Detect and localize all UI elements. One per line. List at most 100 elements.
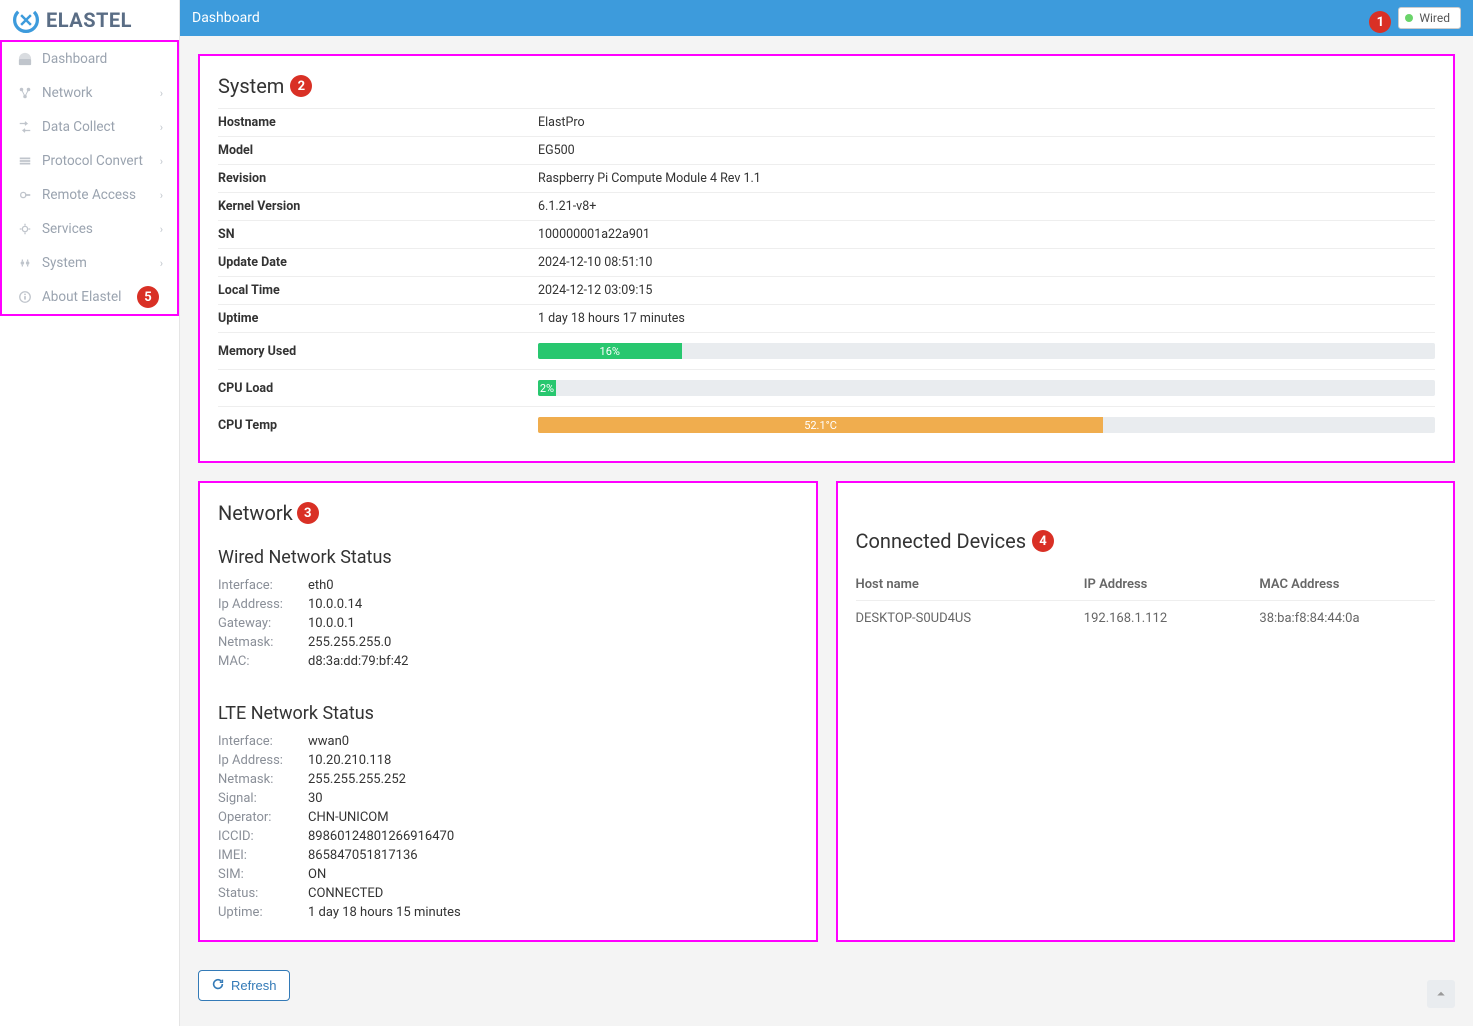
system-panel-title: System 2 <box>218 68 1435 108</box>
network-row-key: Netmask: <box>218 772 308 787</box>
connected-devices-title-text: Connected Devices <box>856 529 1027 553</box>
annotation-marker-1: 1 <box>1369 11 1391 33</box>
network-row-val: 10.20.210.118 <box>308 753 391 768</box>
col-ip: IP Address <box>1084 577 1260 592</box>
system-row: Update Date2024-12-10 08:51:10 <box>218 248 1435 276</box>
system-row-val: 1 day 18 hours 17 minutes <box>538 311 1435 326</box>
sidebar-item-services[interactable]: Services › <box>2 212 177 246</box>
chevron-right-icon: › <box>160 121 163 134</box>
annotation-marker-3: 3 <box>297 502 319 524</box>
system-row: RevisionRaspberry Pi Compute Module 4 Re… <box>218 164 1435 192</box>
system-panel-title-text: System <box>218 74 284 98</box>
sidebar-item-network[interactable]: Network › <box>2 76 177 110</box>
system-row-key: Model <box>218 143 538 158</box>
network-panel-title: Network 3 <box>218 495 798 535</box>
page-title: Dashboard <box>192 10 260 26</box>
data-collect-icon <box>16 120 34 134</box>
lte-network-rows: Interface:wwan0Ip Address:10.20.210.118N… <box>218 732 798 922</box>
sidebar-item-dashboard[interactable]: Dashboard <box>2 42 177 76</box>
protocol-convert-icon <box>16 154 34 168</box>
network-row: Uptime:1 day 18 hours 15 minutes <box>218 903 798 922</box>
system-bar-key: CPU Temp <box>218 418 538 433</box>
network-row: Netmask:255.255.255.0 <box>218 633 798 652</box>
system-row-val: EG500 <box>538 143 1435 158</box>
dashboard-icon <box>16 52 34 66</box>
network-row: SIM:ON <box>218 865 798 884</box>
network-row-val: 1 day 18 hours 15 minutes <box>308 905 461 920</box>
system-rows: HostnameElastProModelEG500RevisionRaspbe… <box>218 108 1435 332</box>
system-bar-row: CPU Load2% <box>218 369 1435 406</box>
sidebar-item-label: About Elastel <box>42 289 121 305</box>
progress-bar-fill: 2% <box>538 380 556 396</box>
system-panel: System 2 HostnameElastProModelEG500Revis… <box>198 54 1455 463</box>
system-bar-key: Memory Used <box>218 344 538 359</box>
network-row: ICCID:89860124801266916470 <box>218 827 798 846</box>
lte-network-title: LTE Network Status <box>218 691 798 732</box>
network-row-val: CHN-UNICOM <box>308 810 389 825</box>
system-bars: Memory Used16%CPU Load2%CPU Temp52.1°C <box>218 332 1435 443</box>
network-row: Operator:CHN-UNICOM <box>218 808 798 827</box>
network-row-val: 255.255.255.0 <box>308 635 391 650</box>
connection-status-label: Wired <box>1419 11 1450 25</box>
network-panel: Network 3 Wired Network Status Interface… <box>198 481 818 942</box>
sidebar-item-protocol-convert[interactable]: Protocol Convert › <box>2 144 177 178</box>
network-row-val: 30 <box>308 791 323 806</box>
network-row: Signal:30 <box>218 789 798 808</box>
system-icon <box>16 256 34 270</box>
system-row-key: SN <box>218 227 538 242</box>
device-ip: 192.168.1.112 <box>1084 611 1260 626</box>
network-row-key: Signal: <box>218 791 308 806</box>
system-row-val: Raspberry Pi Compute Module 4 Rev 1.1 <box>538 171 1435 186</box>
system-row-val: 2024-12-12 03:09:15 <box>538 283 1435 298</box>
scroll-to-top-button[interactable] <box>1427 980 1455 1008</box>
network-row: IMEI:865847051817136 <box>218 846 798 865</box>
network-row: Interface:eth0 <box>218 576 798 595</box>
network-row-key: Status: <box>218 886 308 901</box>
network-row-key: IMEI: <box>218 848 308 863</box>
wired-network-title: Wired Network Status <box>218 535 798 576</box>
sidebar-item-label: Network <box>42 85 92 101</box>
table-row: DESKTOP-S0UD4US192.168.1.11238:ba:f8:84:… <box>856 601 1436 636</box>
network-row-key: Interface: <box>218 734 308 749</box>
col-mac: MAC Address <box>1259 577 1435 592</box>
topbar: Dashboard Wired 1 <box>180 0 1473 36</box>
remote-access-icon <box>16 188 34 202</box>
system-row-key: Uptime <box>218 311 538 326</box>
system-row-key: Hostname <box>218 115 538 130</box>
info-icon <box>16 290 34 304</box>
refresh-button-label: Refresh <box>231 978 277 993</box>
refresh-button[interactable]: Refresh <box>198 970 290 1001</box>
content: System 2 HostnameElastProModelEG500Revis… <box>180 36 1473 1019</box>
system-row-val: 100000001a22a901 <box>538 227 1435 242</box>
annotation-marker-4: 4 <box>1032 530 1054 552</box>
system-row: SN100000001a22a901 <box>218 220 1435 248</box>
chevron-right-icon: › <box>160 223 163 236</box>
network-row-val: wwan0 <box>308 734 349 749</box>
system-bar-row: CPU Temp52.1°C <box>218 406 1435 443</box>
system-row-key: Revision <box>218 171 538 186</box>
network-row-key: Uptime: <box>218 905 308 920</box>
network-row-key: MAC: <box>218 654 308 669</box>
sidebar-item-label: Data Collect <box>42 119 115 135</box>
network-row-val: ON <box>308 867 326 882</box>
network-row-val: 10.0.0.1 <box>308 616 355 631</box>
connection-status-badge[interactable]: Wired 1 <box>1398 7 1461 29</box>
system-bar-key: CPU Load <box>218 381 538 396</box>
sidebar-item-data-collect[interactable]: Data Collect › <box>2 110 177 144</box>
table-head: Host name IP Address MAC Address <box>856 569 1436 601</box>
sidebar-item-label: System <box>42 255 87 271</box>
sidebar-item-label: Services <box>42 221 93 237</box>
network-row-key: Interface: <box>218 578 308 593</box>
network-row-val: 255.255.255.252 <box>308 772 406 787</box>
network-row-val: CONNECTED <box>308 886 383 901</box>
sidebar-item-remote-access[interactable]: Remote Access › <box>2 178 177 212</box>
connection-status-dot <box>1405 14 1413 22</box>
system-bar-row: Memory Used16% <box>218 332 1435 369</box>
sidebar-item-system[interactable]: System › <box>2 246 177 280</box>
network-row-val: d8:3a:dd:79:bf:42 <box>308 654 408 669</box>
network-row: Interface:wwan0 <box>218 732 798 751</box>
progress-bar: 52.1°C <box>538 417 1435 433</box>
network-icon <box>16 86 34 100</box>
system-row-key: Local Time <box>218 283 538 298</box>
progress-bar-fill: 52.1°C <box>538 417 1103 433</box>
